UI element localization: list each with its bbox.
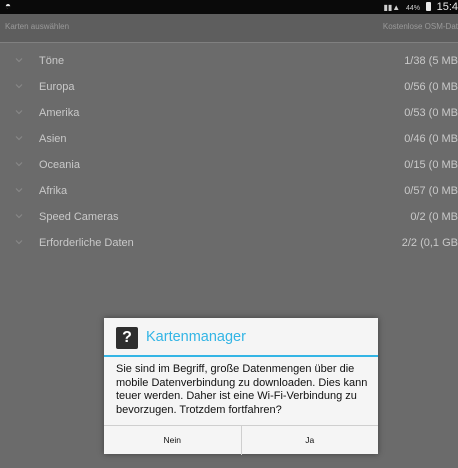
list-item[interactable]: Erforderliche Daten 2/2 (0,1 GB (0, 231, 458, 257)
status-bar: ◓ ▮▮▲ 44% 15:4 (0, 0, 458, 14)
header-left-label: Karten auswählen (5, 22, 70, 31)
list-item[interactable]: Speed Cameras 0/2 (0 MB (0, 205, 458, 231)
list-item[interactable]: Amerika 0/53 (0 MB (0, 101, 458, 127)
chevron-down-icon (15, 84, 23, 89)
list-header: Karten auswählen Kostenlose OSM-Dat (0, 14, 458, 43)
list-item-size: 0/57 (0 MB (404, 185, 458, 197)
dialog-title: Kartenmanager (146, 329, 246, 345)
dialog-title-bar: ? Kartenmanager (104, 318, 378, 357)
chevron-down-icon (15, 110, 23, 115)
status-icons: ▮▮▲ 44% 15:4 (380, 1, 458, 13)
signal-icon: ▮▮▲ (383, 3, 401, 12)
list-item-size: 2/2 (0,1 GB (401, 237, 458, 249)
list-item[interactable]: Afrika 0/57 (0 MB (0, 179, 458, 205)
list-item-size: 0/56 (0 MB (404, 81, 458, 93)
list-item-name: Afrika (39, 185, 68, 197)
list-item-name: Asien (39, 133, 67, 145)
list-item[interactable]: Europa 0/56 (0 MB (0, 75, 458, 101)
list-item-name: Speed Cameras (39, 211, 119, 223)
list-item-name: Europa (39, 81, 75, 93)
list-item[interactable]: Oceania 0/15 (0 MB (0, 153, 458, 179)
chevron-down-icon (15, 162, 23, 167)
dialog-button-bar: Nein Ja (104, 425, 378, 455)
chevron-down-icon (15, 136, 23, 141)
chevron-down-icon (15, 240, 23, 245)
list-item-size: 0/53 (0 MB (404, 107, 458, 119)
chevron-down-icon (15, 58, 23, 63)
yes-button[interactable]: Ja (240, 426, 379, 455)
battery-icon (425, 2, 431, 11)
list-item-name: Erforderliche Daten (39, 237, 134, 249)
list-item-name: Oceania (39, 159, 80, 171)
dialog-divider (104, 355, 378, 357)
header-right-label: Kostenlose OSM-Dat (382, 22, 458, 31)
chevron-down-icon (15, 188, 23, 193)
list-item-size: 0/15 (0 MB (404, 159, 458, 171)
clock: 15:4 (436, 1, 458, 13)
list-item[interactable]: Töne 1/38 (5 MB (0, 49, 458, 75)
sync-icon: ◓ (5, 1, 12, 12)
list-item-size: 0/2 (0 MB (410, 211, 458, 223)
no-button[interactable]: Nein (104, 426, 241, 455)
chevron-down-icon (15, 214, 23, 219)
list-item[interactable]: Asien 0/46 (0 MB (0, 127, 458, 153)
question-mark-icon: ? (116, 327, 138, 349)
battery-percent: 44% (406, 5, 421, 12)
dialog-message: Sie sind im Begriff, große Datenmengen ü… (116, 363, 368, 416)
list-item-name: Amerika (39, 107, 80, 119)
confirm-dialog: ? Kartenmanager Sie sind im Begriff, gro… (104, 318, 378, 455)
list-item-size: 0/46 (0 MB (404, 133, 458, 145)
list-item-name: Töne (39, 55, 65, 67)
list-item-size: 1/38 (5 MB (404, 55, 458, 67)
map-category-list: Töne 1/38 (5 MB Europa 0/56 (0 MB Amerik… (0, 49, 458, 257)
